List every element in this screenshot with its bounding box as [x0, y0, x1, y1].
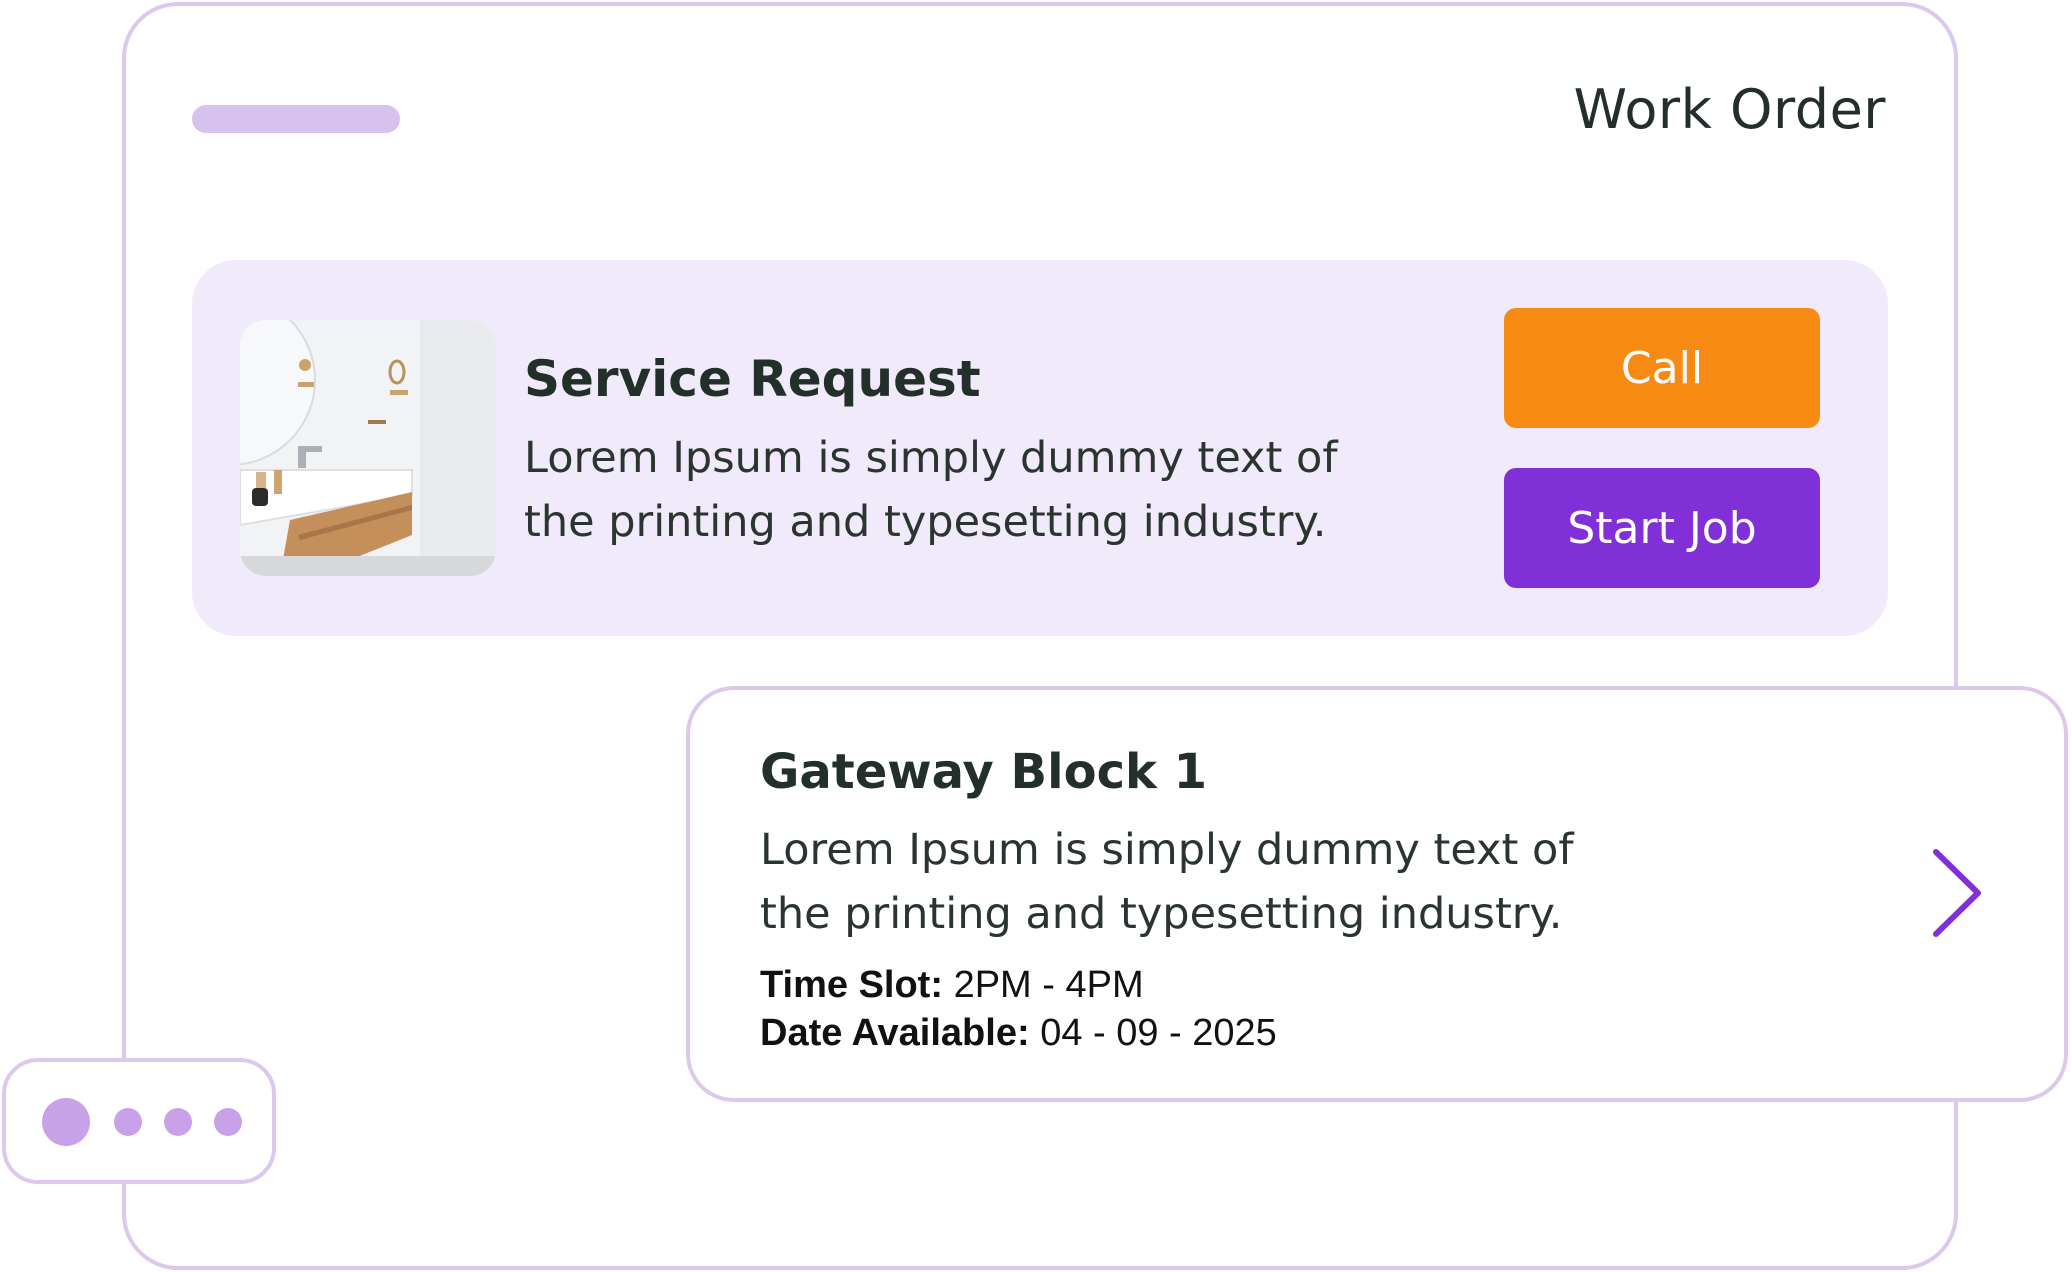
- typing-indicator: [2, 1058, 276, 1184]
- service-request-card: Service Request Lorem Ipsum is simply du…: [192, 260, 1888, 636]
- time-slot-value: 2PM - 4PM: [953, 964, 1144, 1006]
- block-title: Gateway Block 1: [760, 744, 1208, 800]
- indicator-dot: [164, 1108, 192, 1136]
- block-description: Lorem Ipsum is simply dummy text of the …: [760, 825, 1574, 939]
- date-available-label: Date Available:: [760, 1012, 1030, 1054]
- indicator-dot: [114, 1108, 142, 1136]
- title-bar-pill: [192, 105, 400, 133]
- start-job-button[interactable]: Start Job: [1504, 468, 1820, 588]
- call-button[interactable]: Call: [1504, 308, 1820, 428]
- time-slot-row: Time Slot: 2PM - 4PM: [760, 964, 1144, 1007]
- service-request-title: Service Request: [524, 350, 981, 408]
- service-request-image: [240, 320, 496, 576]
- window-title: Work Order: [1573, 78, 1886, 141]
- date-available-value: 04 - 09 - 2025: [1040, 1012, 1277, 1054]
- indicator-dot: [214, 1108, 242, 1136]
- bathroom-photo: [240, 320, 496, 576]
- indicator-dot: [42, 1098, 90, 1146]
- service-request-description: Lorem Ipsum is simply dummy text of the …: [524, 433, 1338, 547]
- date-available-row: Date Available: 04 - 09 - 2025: [760, 1012, 1277, 1055]
- stage: Work Order Service Request Lorem Ipsum i…: [0, 0, 2072, 1272]
- time-slot-label: Time Slot:: [760, 964, 943, 1006]
- gateway-block-card[interactable]: Gateway Block 1 Lorem Ipsum is simply du…: [686, 686, 2068, 1102]
- chevron-right-icon[interactable]: [1930, 848, 1984, 938]
